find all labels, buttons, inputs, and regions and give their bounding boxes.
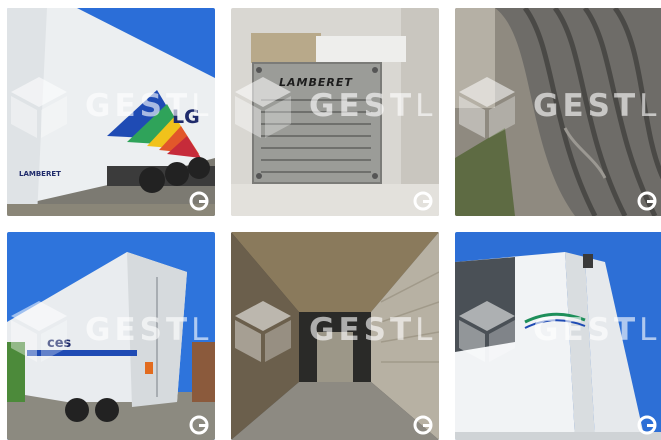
tire-photo: [455, 8, 661, 216]
trailer-logo-text: LG: [172, 106, 200, 128]
plate-brand-text: LAMBERET: [279, 76, 353, 89]
photo-tile-trailer-rear[interactable]: ces GESTLEAS: [7, 232, 215, 440]
manufacturer-plate-photo: [231, 8, 439, 216]
refrigeration-unit-photo: [455, 232, 661, 440]
photo-tile-manufacturer-plate[interactable]: LAMBERET GESTLEAS: [231, 8, 439, 216]
trailer-rear-photo: [7, 232, 215, 440]
cargo-interior-photo: [231, 232, 439, 440]
trailer-brand-sticker: LAMBERET: [19, 170, 61, 178]
photo-tile-tire[interactable]: GESTLEAS: [455, 8, 661, 216]
photo-tile-trailer-side[interactable]: LG LAMBERET GESTLEAS: [7, 8, 215, 216]
photo-tile-cargo-interior[interactable]: GESTLEAS: [231, 232, 439, 440]
photo-tile-refrigeration-unit[interactable]: GESTLEAS: [455, 232, 661, 440]
photo-gallery-grid: LG LAMBERET GESTLEAS LAMBERET: [0, 0, 661, 440]
trailer-rear-text: ces: [47, 336, 72, 351]
